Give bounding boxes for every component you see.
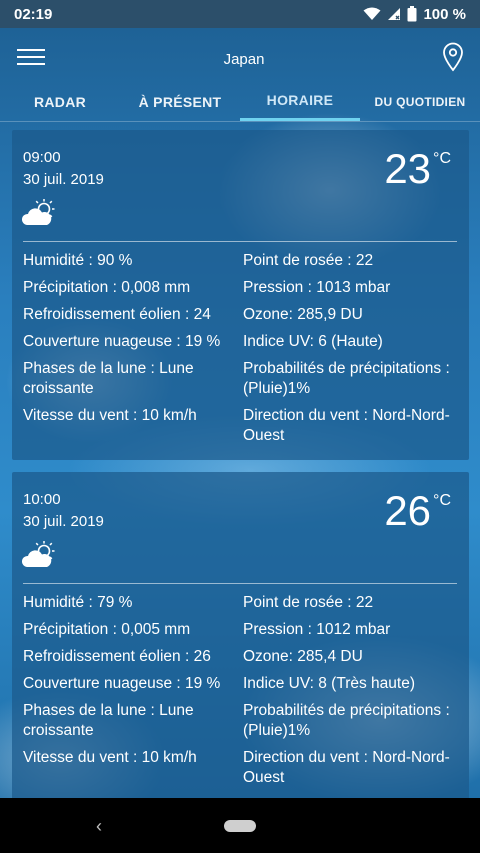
card-time: 09:00 <box>23 149 61 166</box>
precipitation-detail: Précipitation : 0,005 mm <box>23 621 191 638</box>
pressure-detail: Pression : 1012 mbar <box>243 621 391 638</box>
system-nav-bar: ‹ <box>0 798 480 853</box>
weather-details: Humidité : 90 % Point de rosée : 22 Préc… <box>23 248 463 446</box>
cloudcover-detail: Couverture nuageuse : 19 % <box>23 333 221 350</box>
status-bar: 02:19 100 % <box>0 0 480 28</box>
moonphase-detail: Phases de la lune : Lune croissante <box>23 360 194 397</box>
windchill-detail: Refroidissement éolien : 26 <box>23 648 211 665</box>
wifi-icon <box>363 7 381 21</box>
precip-probability-detail: Probabilités de précipitations : (Pluie)… <box>243 360 450 397</box>
winddirection-detail: Direction du vent : Nord-Nord-Ouest <box>243 749 450 786</box>
dewpoint-detail: Point de rosée : 22 <box>243 594 374 611</box>
tab-hourly[interactable]: HORAIRE <box>240 82 360 121</box>
temperature-display: 23 °C <box>384 144 451 194</box>
winddirection-detail: Direction du vent : Nord-Nord-Ouest <box>243 407 450 444</box>
partly-cloudy-icon <box>21 198 56 233</box>
hourly-card[interactable]: 10:00 30 juil. 2019 26 °C Humidité : 79 … <box>12 472 469 802</box>
weather-details: Humidité : 79 % Point de rosée : 22 Préc… <box>23 590 463 788</box>
windchill-detail: Refroidissement éolien : 24 <box>23 306 211 323</box>
humidity-detail: Humidité : 90 % <box>23 252 133 269</box>
signal-icon <box>387 7 401 21</box>
temperature-value: 23 <box>384 145 432 192</box>
back-chevron-icon[interactable]: ‹ <box>96 816 102 837</box>
windspeed-detail: Vitesse du vent : 10 km/h <box>23 407 197 424</box>
home-pill-icon[interactable] <box>224 819 256 832</box>
hamburger-menu-icon[interactable] <box>16 46 46 73</box>
battery-percent: 100 % <box>423 5 466 23</box>
tab-daily[interactable]: DU QUOTIDIEN <box>360 82 480 121</box>
tab-bar: RADAR À PRÉSENT HORAIRE DU QUOTIDIEN <box>0 82 480 122</box>
card-divider <box>23 241 457 242</box>
tab-now[interactable]: À PRÉSENT <box>120 82 240 121</box>
location-title: Japan <box>223 50 265 68</box>
temperature-unit: °C <box>433 492 451 509</box>
battery-icon <box>407 6 417 22</box>
temperature-value: 26 <box>384 487 432 534</box>
precip-probability-detail: Probabilités de précipitations : (Pluie)… <box>243 702 450 739</box>
uvindex-detail: Indice UV: 6 (Haute) <box>243 333 383 350</box>
app-bar: Japan <box>0 28 480 90</box>
uvindex-detail: Indice UV: 8 (Très haute) <box>243 675 416 692</box>
dewpoint-detail: Point de rosée : 22 <box>243 252 374 269</box>
temperature-unit: °C <box>433 150 451 167</box>
ozone-detail: Ozone: 285,4 DU <box>243 648 363 665</box>
temperature-display: 26 °C <box>384 486 451 536</box>
tab-radar[interactable]: RADAR <box>0 82 120 121</box>
hourly-card[interactable]: 09:00 30 juil. 2019 23 °C Humidité : 90 … <box>12 130 469 460</box>
card-divider <box>23 583 457 584</box>
cloudcover-detail: Couverture nuageuse : 19 % <box>23 675 221 692</box>
moonphase-detail: Phases de la lune : Lune croissante <box>23 702 194 739</box>
status-icons: 100 % <box>363 6 466 23</box>
partly-cloudy-icon <box>21 540 56 575</box>
precipitation-detail: Précipitation : 0,008 mm <box>23 279 191 296</box>
card-time: 10:00 <box>23 491 61 508</box>
ozone-detail: Ozone: 285,9 DU <box>243 306 363 323</box>
windspeed-detail: Vitesse du vent : 10 km/h <box>23 749 197 766</box>
card-date: 30 juil. 2019 <box>23 171 104 188</box>
location-pin-icon[interactable] <box>442 42 464 77</box>
pressure-detail: Pression : 1013 mbar <box>243 279 391 296</box>
status-time: 02:19 <box>14 5 53 23</box>
humidity-detail: Humidité : 79 % <box>23 594 133 611</box>
card-date: 30 juil. 2019 <box>23 513 104 530</box>
